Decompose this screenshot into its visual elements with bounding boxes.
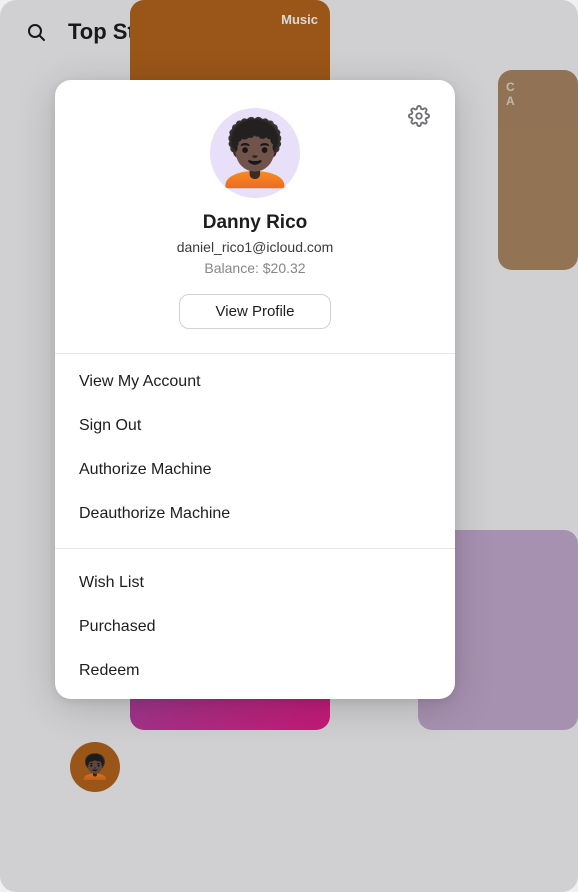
gear-icon — [408, 105, 430, 127]
menu-item-deauthorize[interactable]: Deauthorize Machine — [55, 492, 455, 536]
menu-item-wishlist[interactable]: Wish List — [55, 561, 455, 605]
profile-section: 🧑🏿‍🦱 Danny Rico daniel_rico1@icloud.com … — [55, 80, 455, 353]
menu-item-sign-out[interactable]: Sign Out — [55, 404, 455, 448]
menu-group-1: View My Account Sign Out Authorize Machi… — [55, 354, 455, 542]
menu-group-2: Wish List Purchased Redeem — [55, 555, 455, 699]
menu-item-redeem[interactable]: Redeem — [55, 649, 455, 693]
dropdown-panel: 🧑🏿‍🦱 Danny Rico daniel_rico1@icloud.com … — [55, 80, 455, 699]
avatar-emoji: 🧑🏿‍🦱 — [215, 121, 295, 185]
user-name: Danny Rico — [203, 212, 308, 234]
divider-2 — [55, 548, 455, 549]
menu-item-purchased[interactable]: Purchased — [55, 605, 455, 649]
avatar: 🧑🏿‍🦱 — [210, 108, 300, 198]
app-container: Top Stations › Music C A Music 🧑🏿‍🦱 — [0, 0, 578, 892]
settings-button[interactable] — [403, 100, 435, 132]
user-balance: Balance: $20.32 — [204, 260, 305, 276]
user-email: daniel_rico1@icloud.com — [177, 239, 334, 255]
menu-item-view-account[interactable]: View My Account — [55, 360, 455, 404]
menu-item-authorize[interactable]: Authorize Machine — [55, 448, 455, 492]
view-profile-button[interactable]: View Profile — [179, 294, 332, 329]
